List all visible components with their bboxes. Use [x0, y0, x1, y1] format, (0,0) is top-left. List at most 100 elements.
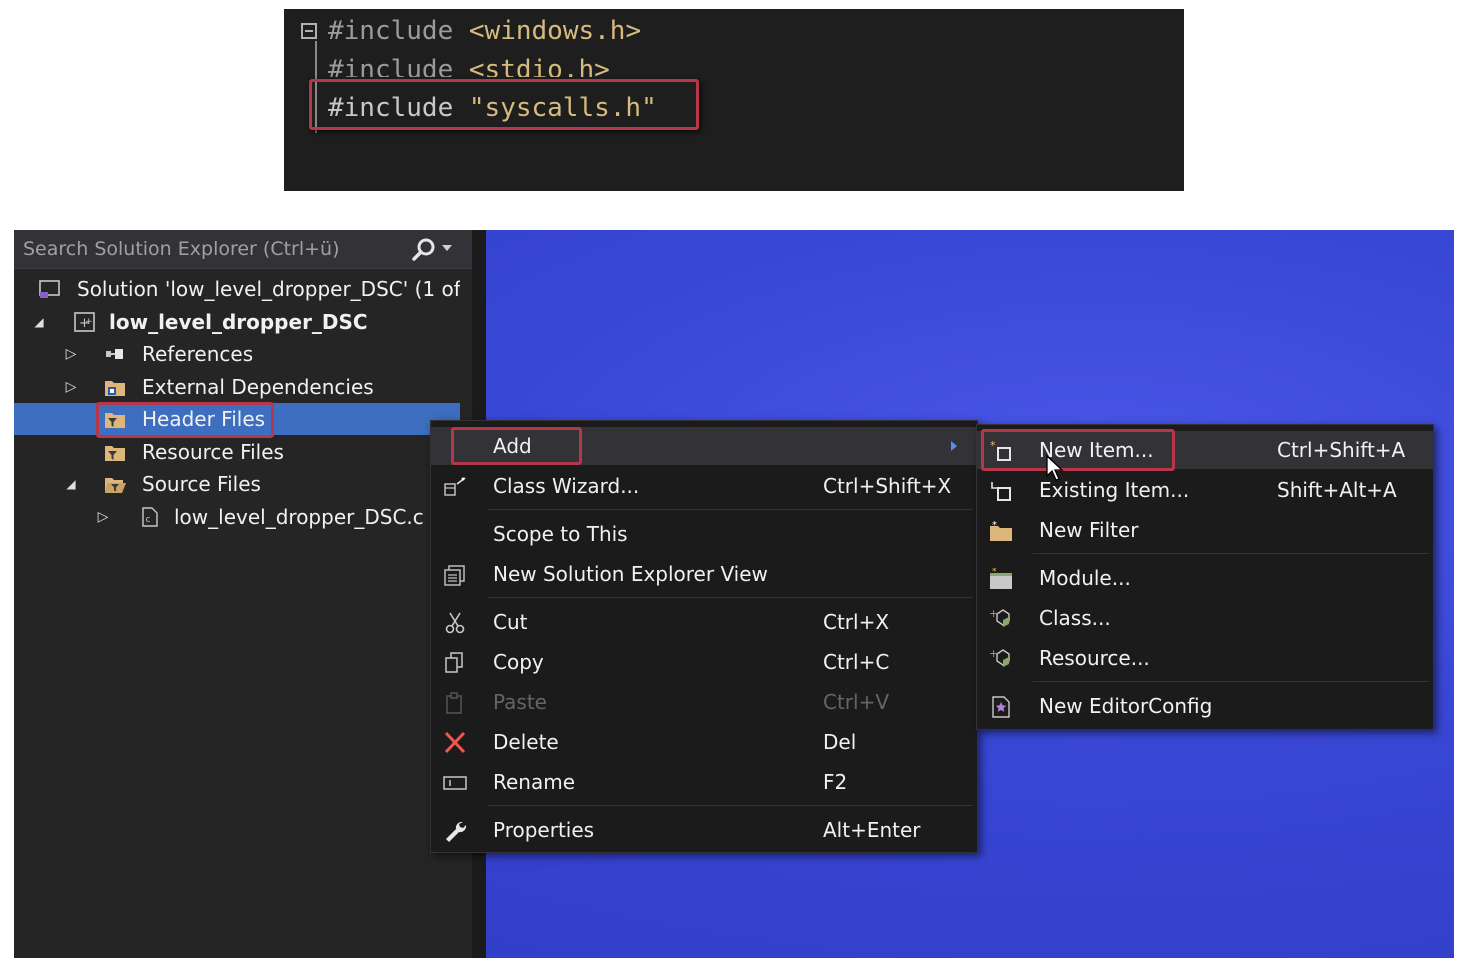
- collapsed-arrow-icon[interactable]: ▷: [64, 338, 78, 370]
- code-line-2: #include <stdio.h>: [328, 51, 610, 77]
- menu-item-label: Module...: [1039, 566, 1131, 590]
- filter-folder-open-icon: [105, 478, 126, 493]
- menu-item-label: Class Wizard...: [493, 474, 640, 498]
- svg-text:+: +: [85, 317, 93, 327]
- menu-separator: [487, 597, 973, 598]
- class-wizard-icon: [444, 477, 466, 496]
- collapse-icon[interactable]: [301, 23, 317, 39]
- menu-item-paste: Paste Ctrl+V: [431, 683, 977, 721]
- menu-item-label: Scope to This: [493, 522, 628, 546]
- collapsed-arrow-icon[interactable]: ▷: [96, 501, 110, 533]
- menu-item-label: Copy: [493, 650, 544, 674]
- add-submenu: * New Item... Ctrl+Shift+A Existing Item…: [976, 424, 1434, 730]
- menu-separator: [1033, 553, 1429, 554]
- menu-item-label: New Filter: [1039, 518, 1139, 542]
- new-filter-icon: *: [990, 520, 1012, 541]
- context-menu: Add Class Wizard... Ctrl+Shift+X Scope t…: [430, 420, 978, 853]
- tree-item-label: Solution 'low_level_dropper_DSC' (1 of 1: [77, 277, 460, 301]
- copy-icon: [445, 652, 463, 673]
- menu-item-cut[interactable]: Cut Ctrl+X: [431, 603, 977, 641]
- code-line-1: #include <windows.h>: [328, 12, 641, 50]
- menu-item-shortcut: Ctrl+C: [823, 650, 890, 674]
- menu-item-delete[interactable]: Delete Del: [431, 723, 977, 761]
- submenu-item-existing-item[interactable]: Existing Item... Shift+Alt+A: [977, 471, 1433, 509]
- svg-text:+: +: [989, 648, 998, 660]
- angle-open: <: [453, 16, 485, 46]
- menu-item-shortcut: Shift+Alt+A: [1277, 478, 1397, 502]
- solution-icon: [39, 280, 60, 298]
- tree-item-source-file[interactable]: ▷ c low_level_dropper_DSC.c: [14, 501, 460, 533]
- menu-item-label: Resource...: [1039, 646, 1150, 670]
- collapsed-arrow-icon[interactable]: ▷: [64, 371, 78, 403]
- menu-item-label: Cut: [493, 610, 528, 634]
- header-name: stdio.h: [484, 55, 595, 77]
- c-file-icon: c: [142, 507, 158, 527]
- tree-item-references[interactable]: ▷ References: [14, 338, 460, 370]
- menu-item-shortcut: Ctrl+Shift+A: [1277, 438, 1406, 462]
- submenu-item-new-filter[interactable]: * New Filter: [977, 511, 1433, 549]
- svg-text:*: *: [992, 568, 997, 577]
- tree-item-solution[interactable]: Solution 'low_level_dropper_DSC' (1 of 1: [14, 273, 460, 305]
- chevron-down-icon[interactable]: [442, 245, 452, 251]
- menu-separator: [487, 805, 973, 806]
- search-icon[interactable]: [410, 236, 438, 264]
- submenu-item-resource[interactable]: + Resource...: [977, 639, 1433, 677]
- menu-item-new-solution-explorer-view[interactable]: New Solution Explorer View: [431, 555, 977, 593]
- tree-item-label: Resource Files: [142, 440, 284, 464]
- delete-x-icon: [444, 732, 466, 754]
- menu-item-label: New Solution Explorer View: [493, 562, 768, 586]
- submenu-item-new-editorconfig[interactable]: New EditorConfig: [977, 687, 1433, 725]
- highlight-box-include-syscalls: [309, 79, 699, 130]
- submenu-item-class[interactable]: + Class...: [977, 599, 1433, 637]
- folder-icon: [105, 381, 125, 396]
- tree-item-source-files[interactable]: ◢ Source Files: [14, 468, 460, 500]
- menu-item-shortcut: Ctrl+Shift+X: [823, 474, 952, 498]
- menu-item-class-wizard[interactable]: Class Wizard... Ctrl+Shift+X: [431, 467, 977, 505]
- scissors-icon: [445, 612, 465, 634]
- solution-explorer-search[interactable]: Search Solution Explorer (Ctrl+ü): [14, 230, 472, 269]
- wrench-icon: [446, 821, 467, 842]
- submenu-item-module[interactable]: * Module...: [977, 559, 1433, 597]
- references-icon: [106, 349, 123, 359]
- menu-item-label: Class...: [1039, 606, 1111, 630]
- highlight-box-add: [451, 427, 582, 465]
- tree-item-external-dependencies[interactable]: ▷ External Dependencies: [14, 371, 460, 403]
- svg-text:+: +: [989, 608, 998, 620]
- expanded-arrow-icon[interactable]: ◢: [32, 306, 46, 338]
- menu-item-label: Delete: [493, 730, 559, 754]
- menu-item-shortcut: Alt+Enter: [823, 818, 921, 842]
- menu-item-label: Properties: [493, 818, 595, 842]
- tree-item-label: low_level_dropper_DSC: [109, 310, 368, 334]
- menu-item-scope-to-this[interactable]: Scope to This: [431, 515, 977, 553]
- filter-folder-icon: [105, 446, 125, 461]
- submenu-arrow-icon: [951, 441, 957, 451]
- ide-window: Search Solution Explorer (Ctrl+ü) Soluti…: [14, 230, 1454, 958]
- angle-open: <: [453, 55, 485, 77]
- tree-item-label: External Dependencies: [142, 375, 374, 399]
- tree-item-label: Source Files: [142, 472, 261, 496]
- tree-item-label: low_level_dropper_DSC.c: [174, 505, 424, 529]
- cpp-project-icon: + +: [74, 312, 95, 332]
- expanded-arrow-icon[interactable]: ◢: [64, 468, 78, 500]
- editorconfig-icon: [992, 696, 1010, 718]
- paste-icon: [446, 692, 462, 714]
- menu-item-label: Existing Item...: [1039, 478, 1190, 502]
- module-icon: *: [990, 568, 1012, 589]
- menu-item-label: Paste: [493, 690, 547, 714]
- svg-text:*: *: [992, 520, 997, 531]
- tree-item-resource-files[interactable]: Resource Files: [14, 436, 460, 468]
- highlight-box-header-files: [96, 402, 274, 438]
- menu-item-copy[interactable]: Copy Ctrl+C: [431, 643, 977, 681]
- menu-item-properties[interactable]: Properties Alt+Enter: [431, 811, 977, 849]
- rename-icon: [443, 776, 467, 790]
- search-input[interactable]: Search Solution Explorer (Ctrl+ü): [23, 238, 340, 260]
- tree-item-label: References: [142, 342, 254, 366]
- include-keyword: #include: [328, 16, 454, 46]
- menu-item-shortcut: Del: [823, 730, 857, 754]
- tree-item-project[interactable]: ◢ + + low_level_dropper_DSC: [14, 306, 460, 338]
- add-resource-icon: +: [989, 648, 1010, 667]
- menu-separator: [487, 509, 973, 510]
- menu-item-rename[interactable]: Rename F2: [431, 763, 977, 801]
- menu-item-label: Rename: [493, 770, 576, 794]
- menu-item-shortcut: F2: [823, 770, 848, 794]
